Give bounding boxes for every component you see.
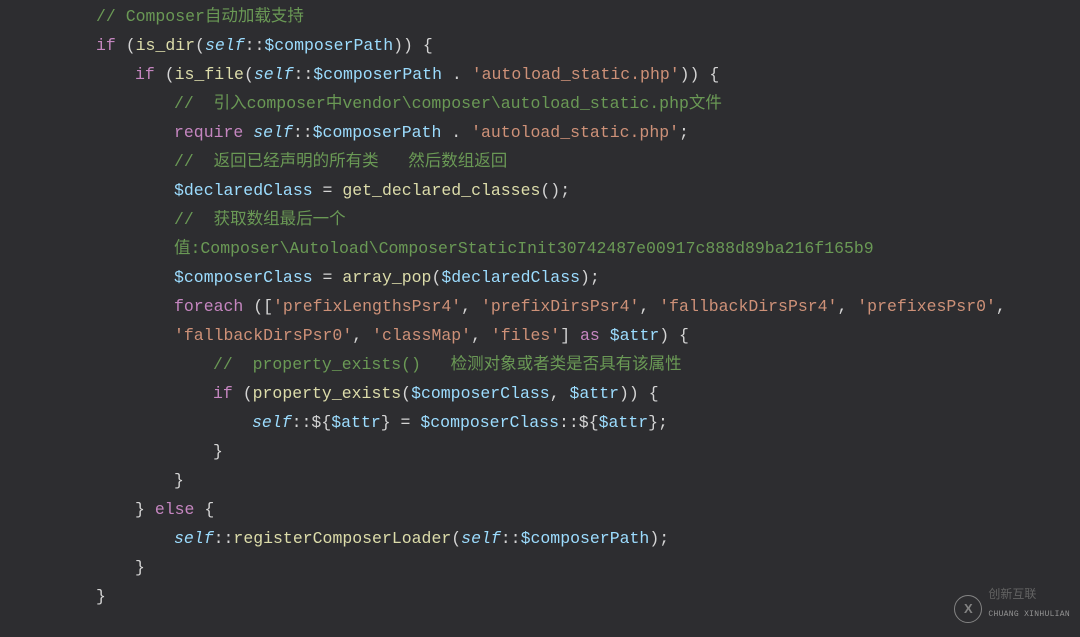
watermark-logo-icon: X xyxy=(954,595,982,623)
code-editor[interactable]: // Composer自动加载支持 if (is_dir(self::$comp… xyxy=(0,0,1080,611)
code-line: } xyxy=(0,553,1080,582)
code-line: if (is_file(self::$composerPath . 'autol… xyxy=(0,60,1080,89)
code-line: } xyxy=(0,582,1080,611)
code-line: if (property_exists($composerClass, $att… xyxy=(0,379,1080,408)
code-line: $composerClass = array_pop($declaredClas… xyxy=(0,263,1080,292)
code-line: // property_exists() 检测对象或者类是否具有该属性 xyxy=(0,350,1080,379)
code-line: if (is_dir(self::$composerPath)) { xyxy=(0,31,1080,60)
code-line: } xyxy=(0,466,1080,495)
watermark-text: 创新互联 CHUANG XINHULIAN xyxy=(988,588,1070,629)
code-line: $declaredClass = get_declared_classes(); xyxy=(0,176,1080,205)
code-line: // Composer自动加载支持 xyxy=(0,2,1080,31)
code-line: // 返回已经声明的所有类 然后数组返回 xyxy=(0,147,1080,176)
code-line: self::${$attr} = $composerClass::${$attr… xyxy=(0,408,1080,437)
code-line: } xyxy=(0,437,1080,466)
code-line: // 引入composer中vendor\composer\autoload_s… xyxy=(0,89,1080,118)
code-line: foreach (['prefixLengthsPsr4', 'prefixDi… xyxy=(0,292,1080,321)
code-line: require self::$composerPath . 'autoload_… xyxy=(0,118,1080,147)
code-line: 值:Composer\Autoload\ComposerStaticInit30… xyxy=(0,234,1080,263)
code-line: 'fallbackDirsPsr0', 'classMap', 'files']… xyxy=(0,321,1080,350)
code-line: // 获取数组最后一个 xyxy=(0,205,1080,234)
code-line: self::registerComposerLoader(self::$comp… xyxy=(0,524,1080,553)
code-line: } else { xyxy=(0,495,1080,524)
watermark: X 创新互联 CHUANG XINHULIAN xyxy=(954,588,1070,629)
